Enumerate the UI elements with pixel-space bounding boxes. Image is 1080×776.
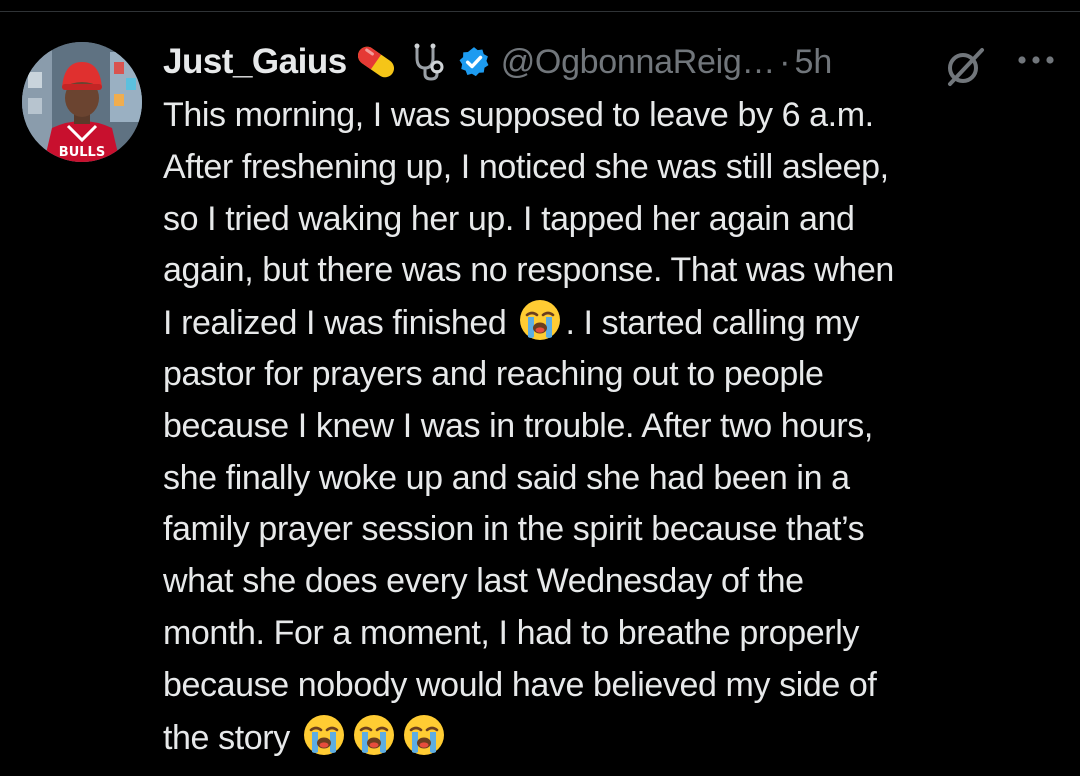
tweet-line: family prayer session in the spirit beca… [163, 510, 865, 549]
tweet-line: This morning, I was supposed to leave by… [163, 96, 874, 134]
pill-icon [353, 43, 399, 81]
svg-text:BULLS: BULLS [59, 145, 105, 160]
tweet-line: so I tried waking her up. I tapped her a… [163, 199, 855, 238]
tweet-line: After freshening up, I noticed she was s… [163, 147, 889, 186]
tweet-line: she finally woke up and said she had bee… [163, 458, 850, 497]
tweet-line-with-emoji: the story [163, 712, 1068, 764]
grok-icon[interactable] [942, 44, 988, 95]
tweet-line: because I knew I was in trouble. After t… [163, 406, 873, 445]
tweet-line: again, but there was no response. That w… [163, 251, 894, 290]
tweet-line: month. For a moment, I had to breathe pr… [163, 613, 859, 652]
stethoscope-icon [409, 42, 449, 82]
tweet-line: pastor for prayers and reaching out to p… [163, 354, 824, 393]
tweet-line: because nobody would have believed my si… [163, 665, 877, 704]
tweet-header: Just_Gaius @OgbonnaReig… · 5h [163, 38, 832, 86]
loudly-crying-face-icon [517, 297, 563, 343]
tweet-line-text: . I started calling my [565, 304, 859, 343]
tweet-line: what she does every last Wednesday of th… [163, 562, 804, 601]
avatar[interactable]: BULLS [22, 42, 142, 162]
author-display-name[interactable]: Just_Gaius [163, 42, 347, 82]
top-divider [0, 11, 1080, 12]
tweet-timestamp[interactable]: 5h [794, 43, 832, 82]
author-handle[interactable]: @OgbonnaReig… [501, 43, 776, 82]
loudly-crying-face-icon [351, 712, 397, 758]
verified-badge-icon[interactable] [457, 45, 491, 79]
loudly-crying-face-icon [401, 712, 447, 758]
separator-dot: · [779, 42, 791, 81]
more-options-icon[interactable] [1016, 52, 1056, 73]
tweet-text: This morning, I was supposed to leave by… [163, 90, 1068, 763]
tweet-line-text: I realized I was finished [163, 304, 516, 343]
tweet-line-with-emoji: I realized I was finished . I started ca… [163, 297, 1068, 349]
loudly-crying-face-icon [301, 712, 347, 758]
tweet-line-text: the story [163, 718, 299, 757]
